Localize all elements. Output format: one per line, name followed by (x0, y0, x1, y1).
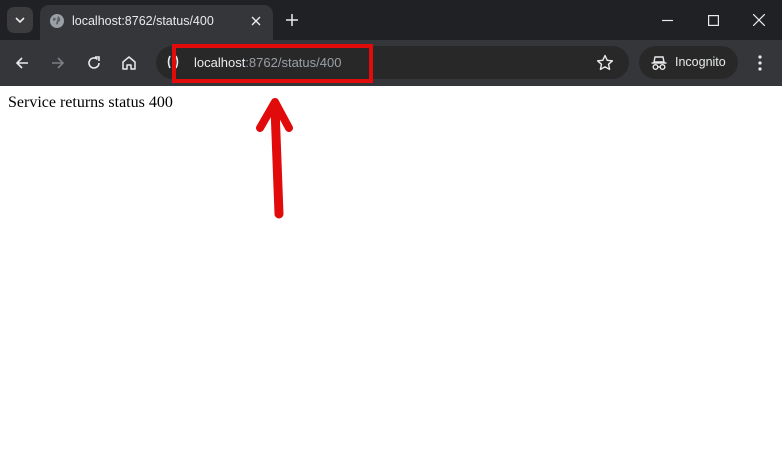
tab-search-icon (15, 17, 25, 24)
browser-menu-button[interactable] (750, 52, 770, 74)
tab-search-button[interactable] (7, 7, 33, 33)
minimize-icon (661, 19, 673, 21)
incognito-icon (651, 56, 667, 70)
home-icon (122, 56, 136, 70)
close-icon (251, 16, 261, 26)
reload-button[interactable] (83, 52, 105, 74)
active-tab[interactable]: localhost:8762/status/400 (40, 5, 273, 40)
back-icon (15, 57, 28, 69)
kebab-menu-icon (758, 55, 762, 71)
minimize-button[interactable] (657, 10, 677, 30)
page-body-text: Service returns status 400 (8, 94, 173, 111)
plus-icon (286, 14, 298, 26)
incognito-profile-button[interactable]: Incognito (639, 46, 738, 79)
close-icon (753, 14, 765, 26)
star-icon[interactable] (595, 53, 615, 73)
home-button[interactable] (118, 52, 140, 74)
forward-icon (52, 57, 65, 69)
maximize-button[interactable] (703, 10, 723, 30)
reload-icon (88, 56, 100, 69)
incognito-label: Incognito (675, 55, 726, 69)
page-content: Service returns status 400 (0, 86, 782, 454)
globe-icon (50, 14, 64, 28)
url-highlight-box (172, 44, 373, 83)
tab-title: localhost:8762/status/400 (72, 14, 214, 28)
close-window-button[interactable] (749, 10, 769, 30)
back-button[interactable] (11, 52, 33, 74)
new-tab-button[interactable] (282, 10, 302, 30)
browser-toolbar: localhost:8762/status/400 Incognito (0, 40, 782, 86)
maximize-icon (707, 14, 719, 26)
tab-strip: localhost:8762/status/400 (0, 0, 782, 40)
forward-button[interactable] (47, 52, 69, 74)
arrow-icon (256, 98, 293, 219)
tab-close-button[interactable] (248, 13, 264, 29)
